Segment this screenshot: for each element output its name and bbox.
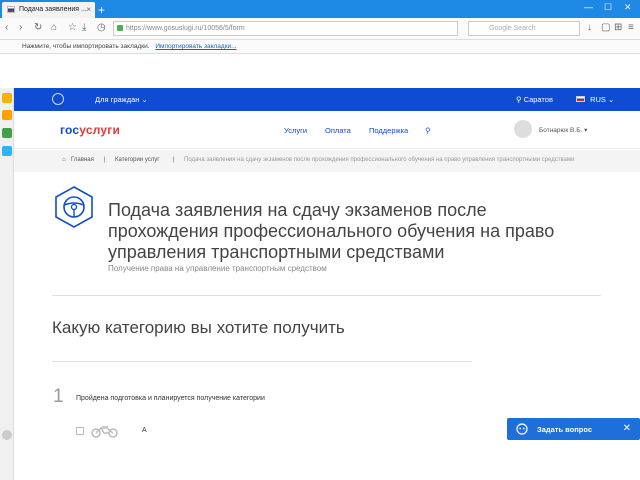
import-bookmarks-link[interactable]: Импортировать закладки... <box>155 43 236 50</box>
search-placeholder: Google Search <box>489 25 536 32</box>
breadcrumb-separator: | <box>173 157 175 163</box>
bookmarks-bar: Нажмите, чтобы импортировать закладки. И… <box>0 40 640 54</box>
search-icon[interactable]: ⚲ <box>425 126 431 135</box>
panel-bookmarks-icon[interactable] <box>2 93 12 103</box>
maximize-icon[interactable]: ☐ <box>604 2 612 13</box>
tab-title: Подача заявления ... <box>19 6 87 13</box>
chevron-down-icon: ⌄ <box>141 95 148 104</box>
panel-chat-icon[interactable] <box>2 146 12 156</box>
address-bar[interactable]: https://www.gosuslugi.ru/10056/5/form <box>113 21 458 36</box>
window-icon[interactable]: ▢ <box>601 22 610 33</box>
browser-tab[interactable]: Подача заявления ... × <box>2 2 95 18</box>
lock-icon <box>117 25 123 31</box>
user-menu[interactable]: Ботнарюк В.Б. ▾ <box>539 126 587 134</box>
new-tab-button[interactable]: + <box>98 3 105 17</box>
motorcycle-icon <box>91 426 118 438</box>
chevron-down-icon: ⌄ <box>608 95 615 104</box>
breadcrumb: ⌂ Главная | Категории услуг | Подача зая… <box>14 150 640 172</box>
back-icon[interactable]: ‹ <box>5 22 8 33</box>
url-text: https://www.gosuslugi.ru/10056/5/form <box>126 25 245 32</box>
nav-payment[interactable]: Оплата <box>325 126 351 135</box>
category-a-checkbox[interactable] <box>76 427 84 435</box>
breadcrumb-current: Подача заявления на сдачу экзаменов посл… <box>184 157 575 163</box>
coat-of-arms-icon <box>52 93 64 105</box>
history-icon[interactable]: ◷ <box>97 22 106 33</box>
home-icon: ⌂ <box>62 157 66 163</box>
for-citizens-menu[interactable]: Для граждан ⌄ <box>95 95 148 104</box>
close-icon[interactable]: ✕ <box>623 423 631 434</box>
language-selector[interactable]: RUS ⌄ <box>576 95 614 104</box>
logo-part-gos: гос <box>60 123 80 137</box>
logo-part-uslugi: услуги <box>79 123 121 137</box>
panel-notes-icon[interactable] <box>2 110 12 120</box>
site-header: госуслуги Услуги Оплата Поддержка ⚲ Ботн… <box>14 111 640 149</box>
step-number: 1 <box>53 386 64 407</box>
category-a-label: A <box>142 427 147 434</box>
search-field[interactable]: Google Search <box>468 21 580 36</box>
extensions-icon[interactable]: ⊞ <box>614 22 622 33</box>
panel-downloads-icon[interactable] <box>2 128 12 138</box>
breadcrumb-categories[interactable]: Категории услуг <box>115 157 159 163</box>
nav-support[interactable]: Поддержка <box>369 126 408 135</box>
divider <box>52 295 601 296</box>
breadcrumb-home[interactable]: Главная <box>71 157 94 163</box>
ask-question-label: Задать вопрос <box>537 425 593 434</box>
gosuslugi-logo[interactable]: госуслуги <box>60 123 120 137</box>
forward-icon[interactable]: › <box>19 22 22 33</box>
reload-icon[interactable]: ↻ <box>34 22 42 33</box>
avatar[interactable] <box>514 120 532 138</box>
minimize-icon[interactable]: — <box>584 2 593 12</box>
form-question: Какую категорию вы хотите получить <box>52 318 345 337</box>
download-icon[interactable]: ↓ <box>587 22 592 33</box>
chat-bot-icon <box>516 423 528 435</box>
close-window-icon[interactable]: ✕ <box>624 2 632 13</box>
menu-icon[interactable]: ≡ <box>628 22 634 33</box>
flag-favicon-icon <box>7 6 15 13</box>
city-selector[interactable]: ⚲ Саратов <box>516 95 553 104</box>
panel-settings-icon[interactable] <box>2 430 12 440</box>
location-pin-icon: ⚲ <box>516 95 524 104</box>
home-icon[interactable]: ⌂ <box>51 22 57 33</box>
bookmarks-hint: Нажмите, чтобы импортировать закладки. <box>22 43 150 50</box>
ask-question-widget[interactable]: Задать вопрос ✕ <box>507 418 640 440</box>
close-tab-icon[interactable]: × <box>86 5 91 14</box>
steering-wheel-icon <box>55 186 93 228</box>
divider <box>52 361 472 362</box>
step-label: Пройдена подготовка и планируется получе… <box>76 395 265 402</box>
user-name: Ботнарюк В.Б. <box>539 127 583 134</box>
language-label: RUS <box>590 95 606 104</box>
page-subtitle: Получение права на управление транспортн… <box>108 264 327 273</box>
city-label: Саратов <box>523 95 553 104</box>
breadcrumb-separator: | <box>104 157 106 163</box>
caret-down-icon: ▾ <box>584 127 588 134</box>
bookmark-star-icon[interactable]: ☆ <box>68 22 77 33</box>
downloads-icon[interactable]: ⤓ <box>82 22 86 33</box>
gov-top-bar: Для граждан ⌄ ⚲ Саратов RUS ⌄ <box>14 88 640 111</box>
nav-services[interactable]: Услуги <box>284 126 307 135</box>
page-title: Подача заявления на сдачу экзаменов посл… <box>108 200 555 262</box>
browser-toolbar: ‹ › ↻ ⌂ ☆ ⤓ ◷ https://www.gosuslugi.ru/1… <box>0 18 640 40</box>
for-citizens-label: Для граждан <box>95 95 140 104</box>
russian-flag-icon <box>576 96 585 102</box>
browser-side-panel <box>0 88 14 480</box>
